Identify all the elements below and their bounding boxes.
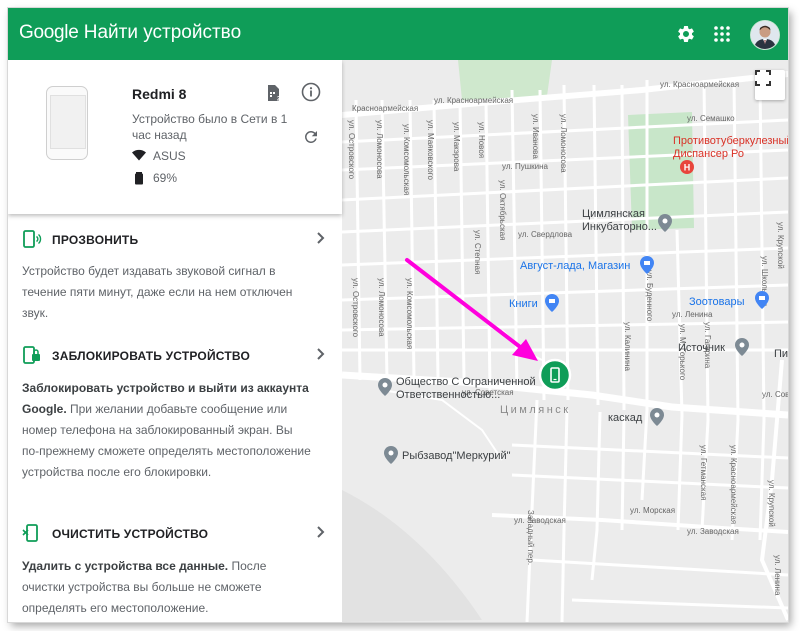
chevron-right-icon bbox=[317, 232, 325, 244]
ring-title: ПРОЗВОНИТЬ bbox=[52, 233, 139, 247]
street-label: ул. Красноармейская bbox=[434, 96, 514, 105]
street-label: ул. Гетманская bbox=[699, 445, 708, 501]
device-name[interactable]: Redmi 8 bbox=[132, 86, 186, 102]
chevron-right-icon bbox=[317, 526, 325, 538]
network-row: ASUS bbox=[132, 149, 186, 164]
street-label: ул. Крупской bbox=[776, 222, 785, 269]
street-label: ул. Заводская bbox=[687, 527, 739, 536]
erase-title: ОЧИСТИТЬ УСТРОЙСТВО bbox=[52, 527, 209, 541]
top-bar: Google Найти устройство bbox=[8, 8, 788, 60]
erase-description: Удалить с устройства все данные. После о… bbox=[22, 559, 267, 615]
poi-incubator-label[interactable]: Цимлянская Инкубаторно... bbox=[582, 208, 660, 234]
info-icon[interactable] bbox=[301, 82, 321, 102]
street-label: ул. Красноармейская bbox=[729, 445, 738, 525]
pin-icon[interactable] bbox=[658, 214, 672, 232]
fullscreen-button[interactable] bbox=[755, 70, 785, 100]
street-label: ул. Крупской bbox=[767, 480, 776, 527]
battery-row: 69% bbox=[132, 171, 177, 188]
poi-fishery-label[interactable]: Рыбзавод"Меркурий" bbox=[402, 450, 511, 462]
street-label: Красноармейская bbox=[352, 104, 419, 113]
street-label: ул. Ломоносова bbox=[375, 120, 384, 179]
shop-pin-icon[interactable] bbox=[640, 256, 654, 274]
wifi-icon bbox=[132, 149, 146, 161]
ring-action[interactable]: ПРОЗВОНИТЬ Устройство будет издавать зву… bbox=[8, 214, 342, 331]
side-panel: Redmi 8 Устройство было в Сети в 1 час н… bbox=[8, 60, 342, 622]
street-label: ул. Макэрова bbox=[452, 122, 461, 172]
street-label: ул. Ломоносова bbox=[377, 278, 386, 337]
browser-frame: Google Найти устройство Красноармейская … bbox=[8, 8, 788, 622]
google-logo: Google bbox=[19, 22, 79, 43]
street-label: ул. Буденного bbox=[645, 270, 654, 322]
lock-phone-icon bbox=[23, 346, 40, 364]
street-label: ул. Калинина bbox=[623, 322, 632, 371]
town-label: Цимлянск bbox=[500, 404, 571, 416]
app-brand[interactable]: Google Найти устройство bbox=[19, 22, 241, 44]
hospital-icon[interactable]: H bbox=[680, 160, 694, 174]
svg-text:2: 2 bbox=[277, 97, 281, 103]
shop-pin-icon[interactable] bbox=[755, 291, 769, 309]
ring-description: Устройство будет издавать звуковой сигна… bbox=[22, 264, 293, 320]
refresh-icon[interactable] bbox=[302, 128, 320, 146]
poi-hospital-label[interactable]: Противотуберкулезный Диспансер Ро bbox=[673, 135, 788, 161]
pin-icon[interactable] bbox=[735, 338, 749, 356]
street-label: ул. Семашко bbox=[687, 114, 735, 123]
lock-title: ЗАБЛОКИРОВАТЬ УСТРОЙСТВО bbox=[52, 349, 250, 363]
street-label: ул. Ленина bbox=[773, 555, 782, 596]
pointer-arrow bbox=[405, 258, 538, 361]
phone-illustration bbox=[46, 86, 88, 160]
street-label: ул. Новоя bbox=[477, 122, 486, 159]
street-label: ул. Морская bbox=[630, 506, 676, 515]
map-view[interactable]: Красноармейская ул. Красноармейская ул. … bbox=[342, 60, 788, 622]
pin-icon[interactable] bbox=[650, 408, 664, 426]
street-label: ул. Островского bbox=[347, 120, 356, 180]
battery-level: 69% bbox=[153, 171, 178, 185]
street-label: ул. Островского bbox=[351, 278, 360, 338]
shop-pin-icon[interactable] bbox=[545, 294, 559, 312]
street-label: ул. Октябрьская bbox=[498, 180, 507, 241]
user-avatar[interactable] bbox=[750, 20, 780, 50]
chevron-right-icon bbox=[317, 348, 325, 360]
battery-icon bbox=[135, 172, 143, 185]
poi-company-label[interactable]: Общество С Ограниченной Ответственностью… bbox=[396, 376, 546, 402]
street-label: ул. Заводская bbox=[514, 516, 566, 525]
device-card: Redmi 8 Устройство было в Сети в 1 час н… bbox=[8, 60, 342, 214]
street-label: ул. Иванова bbox=[531, 114, 540, 159]
ring-phone-icon bbox=[23, 230, 42, 248]
pin-icon[interactable] bbox=[384, 446, 398, 464]
street-label: Западный пер. bbox=[526, 510, 535, 566]
svg-text:H: H bbox=[684, 163, 691, 173]
device-marker-icon[interactable] bbox=[538, 358, 572, 392]
poi-source-label[interactable]: Источник bbox=[678, 342, 725, 354]
lock-action[interactable]: ЗАБЛОКИРОВАТЬ УСТРОЙСТВО Заблокировать у… bbox=[8, 330, 342, 509]
device-status: Устройство было в Сети в 1 час назад bbox=[132, 112, 288, 142]
sim-icon[interactable]: 2 bbox=[264, 84, 282, 102]
street-label: ул. Комсомольская bbox=[402, 124, 411, 196]
erase-phone-icon bbox=[22, 524, 38, 542]
poi-pi-label[interactable]: Пи bbox=[774, 348, 788, 360]
poi-zoo-label[interactable]: Зоотовары bbox=[689, 296, 745, 308]
apps-grid-icon[interactable] bbox=[710, 22, 734, 46]
app-title: Найти устройство bbox=[83, 22, 242, 43]
street-label: ул. Ленина bbox=[672, 310, 713, 319]
lock-description: Заблокировать устройство и выйти из акка… bbox=[22, 381, 311, 479]
fullscreen-icon bbox=[755, 70, 771, 86]
poi-kaskad-label[interactable]: каскад bbox=[608, 412, 642, 424]
pin-icon[interactable] bbox=[378, 378, 392, 396]
street-label: ул. Свердлова bbox=[518, 230, 573, 239]
street-label: ул. Ломоносова bbox=[559, 114, 568, 173]
street-label: ул. Красноармейская bbox=[660, 80, 740, 89]
street-label: ул. Маяковского bbox=[426, 120, 435, 180]
erase-action[interactable]: ОЧИСТИТЬ УСТРОЙСТВО Удалить с устройства… bbox=[8, 508, 342, 622]
network-name: ASUS bbox=[153, 149, 186, 163]
street-label: ул. Советская bbox=[762, 390, 788, 399]
street-label: ул. Пушкина bbox=[502, 162, 548, 171]
settings-icon[interactable] bbox=[674, 22, 698, 46]
